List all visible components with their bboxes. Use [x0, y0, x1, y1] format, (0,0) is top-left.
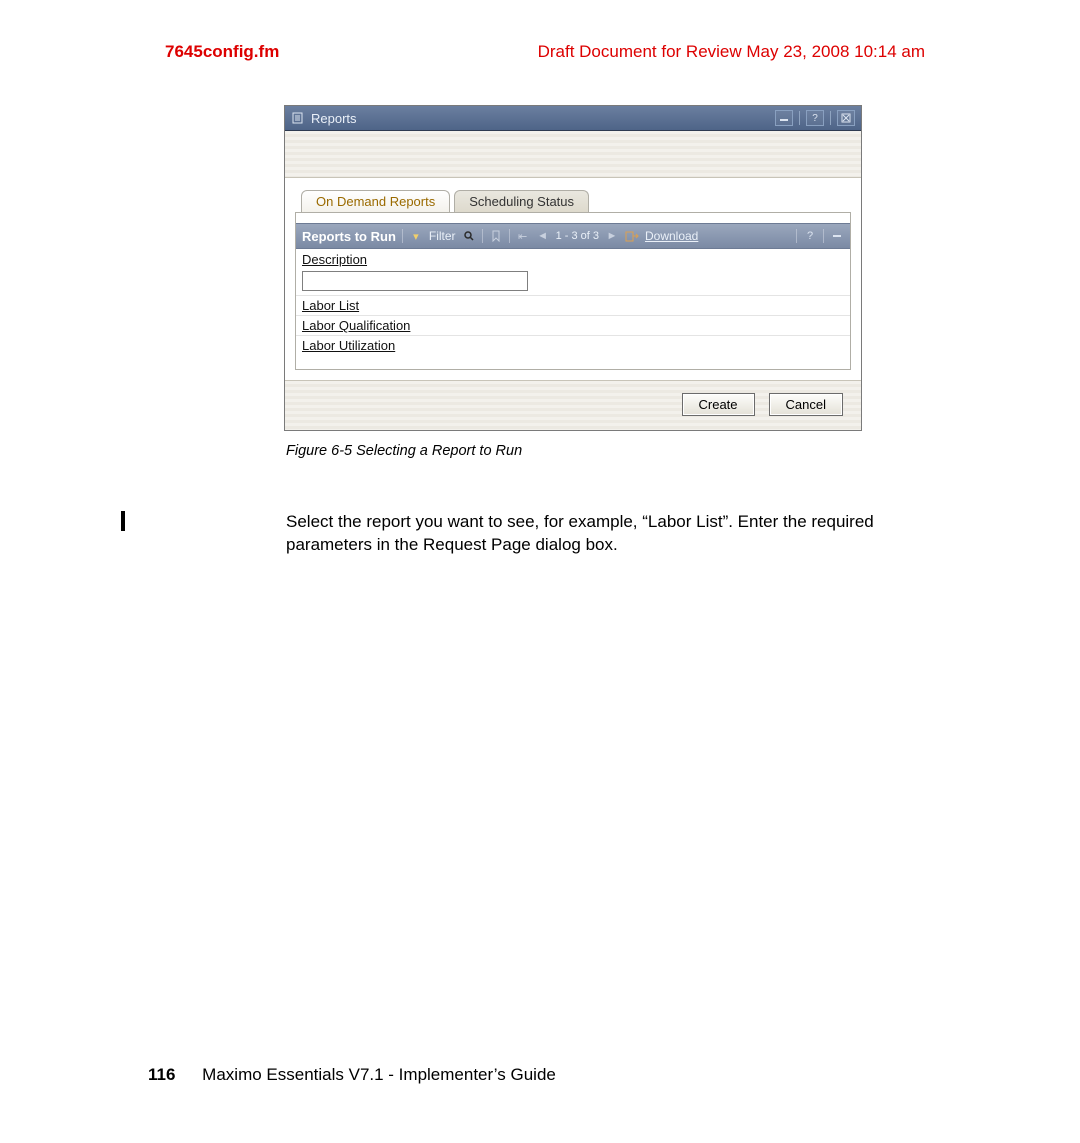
pager-text: 1 - 3 of 3: [556, 230, 599, 242]
cancel-button[interactable]: Cancel: [769, 393, 843, 416]
figure-screenshot: Reports ? On Demand Reports Scheduling S…: [284, 105, 862, 459]
titlebar: Reports ?: [285, 106, 861, 131]
doc-filename: 7645config.fm: [165, 42, 279, 62]
export-icon[interactable]: [625, 229, 639, 243]
doc-draft-stamp: Draft Document for Review May 23, 2008 1…: [538, 42, 925, 62]
button-bar: Create Cancel: [285, 380, 861, 430]
create-button[interactable]: Create: [682, 393, 755, 416]
page-number: 116: [148, 1065, 175, 1084]
reports-panel: Reports to Run ▾ Filter ⇤ ◄ 1 - 3 of 3: [295, 212, 851, 370]
bookmark-icon[interactable]: [489, 229, 503, 243]
panel-toolbar: Reports to Run ▾ Filter ⇤ ◄ 1 - 3 of 3: [296, 223, 850, 249]
description-filter-input[interactable]: [302, 271, 528, 291]
titlebar-separator: [799, 111, 800, 125]
reports-icon: [291, 111, 305, 125]
help-icon[interactable]: ?: [806, 110, 824, 126]
report-row[interactable]: Labor Qualification: [296, 315, 850, 335]
filter-label[interactable]: Filter: [429, 229, 456, 243]
titlebar-min-icon[interactable]: [775, 110, 793, 126]
report-row[interactable]: Labor Utilization: [296, 335, 850, 355]
body-paragraph: Select the report you want to see, for e…: [286, 511, 921, 557]
titlebar-separator: [830, 111, 831, 125]
first-page-icon[interactable]: ⇤: [516, 229, 530, 243]
column-header-description[interactable]: Description: [296, 249, 850, 269]
change-bar: [121, 511, 125, 531]
tab-on-demand-reports[interactable]: On Demand Reports: [301, 190, 450, 212]
download-link[interactable]: Download: [645, 229, 698, 243]
tabs-row: On Demand Reports Scheduling Status: [301, 190, 851, 212]
next-page-icon[interactable]: ►: [605, 229, 619, 243]
close-icon[interactable]: [837, 110, 855, 126]
page-footer: 116 Maximo Essentials V7.1 - Implementer…: [148, 1065, 556, 1085]
search-icon[interactable]: [462, 229, 476, 243]
toolbar-title: Reports to Run: [302, 229, 396, 244]
filter-toggle-icon[interactable]: ▾: [409, 229, 423, 243]
prev-page-icon[interactable]: ◄: [536, 229, 550, 243]
tab-scheduling-status[interactable]: Scheduling Status: [454, 190, 589, 212]
upper-stripe-area: [285, 131, 861, 178]
report-row[interactable]: Labor List: [296, 295, 850, 315]
toolbar-collapse-icon[interactable]: [830, 229, 844, 243]
reports-dialog: Reports ? On Demand Reports Scheduling S…: [284, 105, 862, 431]
titlebar-title: Reports: [311, 111, 357, 126]
book-title: Maximo Essentials V7.1 - Implementer’s G…: [202, 1065, 556, 1084]
figure-caption: Figure 6-5 Selecting a Report to Run: [286, 443, 862, 459]
toolbar-help-icon[interactable]: ?: [803, 229, 817, 243]
